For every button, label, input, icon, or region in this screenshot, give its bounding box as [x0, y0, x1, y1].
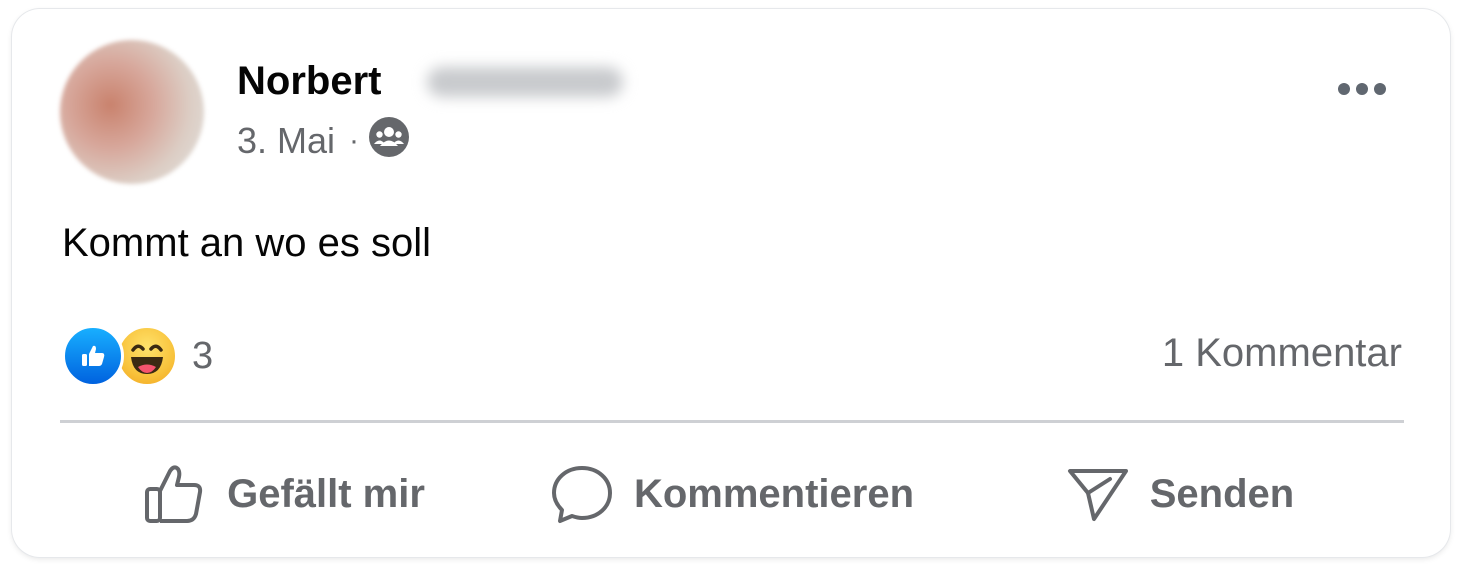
more-dot — [1338, 83, 1350, 95]
like-button-label: Gefällt mir — [227, 471, 425, 516]
more-dot — [1374, 83, 1386, 95]
haha-reaction-icon — [116, 325, 178, 387]
comment-button[interactable]: Kommentieren — [508, 449, 956, 539]
post-card: Norbert 3. Mai · Kommt an wo es soll 3 1… — [12, 9, 1450, 557]
post-text: Kommt an wo es soll — [62, 221, 432, 265]
group-icon[interactable] — [369, 116, 410, 166]
send-button[interactable]: Senden — [956, 449, 1404, 539]
divider — [60, 420, 1404, 423]
post-date[interactable]: 3. Mai — [237, 120, 335, 162]
thumbs-up-icon — [143, 463, 207, 525]
like-button[interactable]: Gefällt mir — [60, 449, 508, 539]
more-dot — [1356, 83, 1368, 95]
like-reaction-icon — [62, 325, 124, 387]
send-icon — [1066, 463, 1130, 525]
comment-button-label: Kommentieren — [633, 471, 915, 516]
post-meta: 3. Mai · — [237, 116, 410, 166]
send-button-label: Senden — [1149, 471, 1295, 516]
avatar[interactable] — [60, 40, 204, 184]
comment-count[interactable]: 1 Kommentar — [1162, 331, 1402, 376]
author-name[interactable]: Norbert — [237, 59, 381, 104]
redacted-surname — [427, 67, 623, 97]
meta-separator: · — [349, 124, 360, 157]
action-bar: Gefällt mir Kommentieren Senden — [60, 449, 1404, 539]
more-options-icon[interactable] — [1334, 73, 1390, 105]
reaction-count: 3 — [192, 334, 214, 377]
reactions-summary[interactable]: 3 — [62, 325, 214, 387]
comment-bubble-icon — [550, 463, 614, 525]
